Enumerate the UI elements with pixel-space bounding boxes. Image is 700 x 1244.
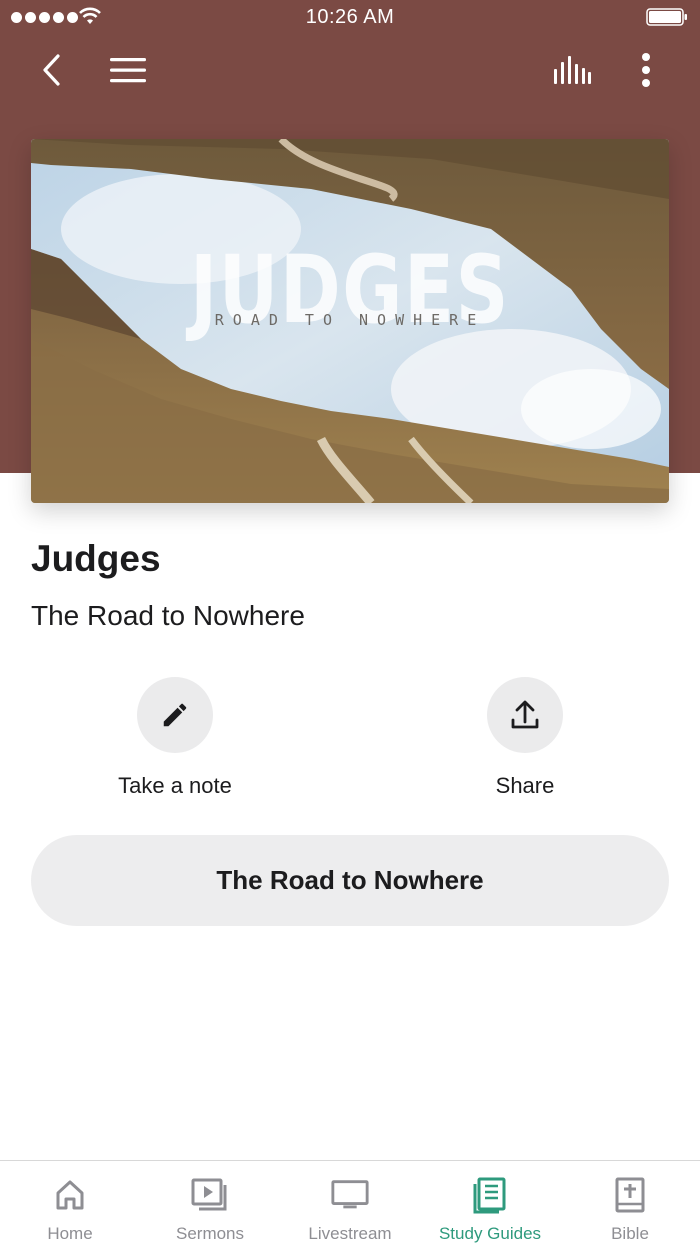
tab-study-guides-label: Study Guides: [438, 1224, 542, 1243]
battery-icon: [646, 8, 687, 26]
tab-livestream[interactable]: Livestream: [280, 1161, 420, 1244]
hero-subtitle: ROAD TO NOWHERE: [214, 311, 486, 329]
tab-bar: Home Sermons Livestream Study Guides Bib…: [0, 1160, 700, 1244]
pencil-icon: [163, 703, 187, 727]
audio-levels-icon: [554, 56, 591, 84]
more-options-button[interactable]: [626, 48, 666, 92]
status-time: 10:26 AM: [305, 6, 395, 28]
take-note-button[interactable]: [137, 677, 213, 753]
bible-icon: [610, 1175, 650, 1214]
menu-button[interactable]: [104, 48, 152, 92]
share-upload-icon: [511, 700, 539, 729]
home-icon: [50, 1175, 90, 1214]
tab-study-guides[interactable]: Study Guides: [420, 1161, 560, 1244]
monitor-icon: [330, 1175, 370, 1214]
status-bar: 10:26 AM: [0, 0, 700, 36]
chevron-left-icon: [43, 54, 60, 86]
share-action[interactable]: Share: [425, 677, 625, 799]
take-note-action[interactable]: Take a note: [75, 677, 275, 799]
hero-artwork: JUDGES ROAD TO NOWHERE: [31, 139, 669, 503]
page-title: Judges: [31, 538, 161, 579]
more-vertical-icon: [642, 53, 650, 87]
share-button[interactable]: [487, 677, 563, 753]
guide-book-icon: [470, 1175, 510, 1214]
play-video-icon: [190, 1175, 230, 1214]
tab-sermons[interactable]: Sermons: [140, 1161, 280, 1244]
tab-bible-label: Bible: [611, 1224, 649, 1243]
take-note-label: Take a note: [118, 773, 232, 798]
tab-home-label: Home: [47, 1224, 93, 1243]
hamburger-menu-icon: [110, 58, 146, 83]
guide-open-button[interactable]: The Road to Nowhere: [31, 835, 669, 926]
page-subtitle: The Road to Nowhere: [31, 600, 305, 631]
tab-bible[interactable]: Bible: [560, 1161, 700, 1244]
tab-home[interactable]: Home: [0, 1161, 140, 1244]
tab-sermons-label: Sermons: [175, 1224, 245, 1243]
audio-button[interactable]: [548, 48, 596, 92]
tab-livestream-label: Livestream: [308, 1224, 392, 1243]
share-label: Share: [495, 773, 555, 798]
back-button[interactable]: [30, 48, 74, 92]
